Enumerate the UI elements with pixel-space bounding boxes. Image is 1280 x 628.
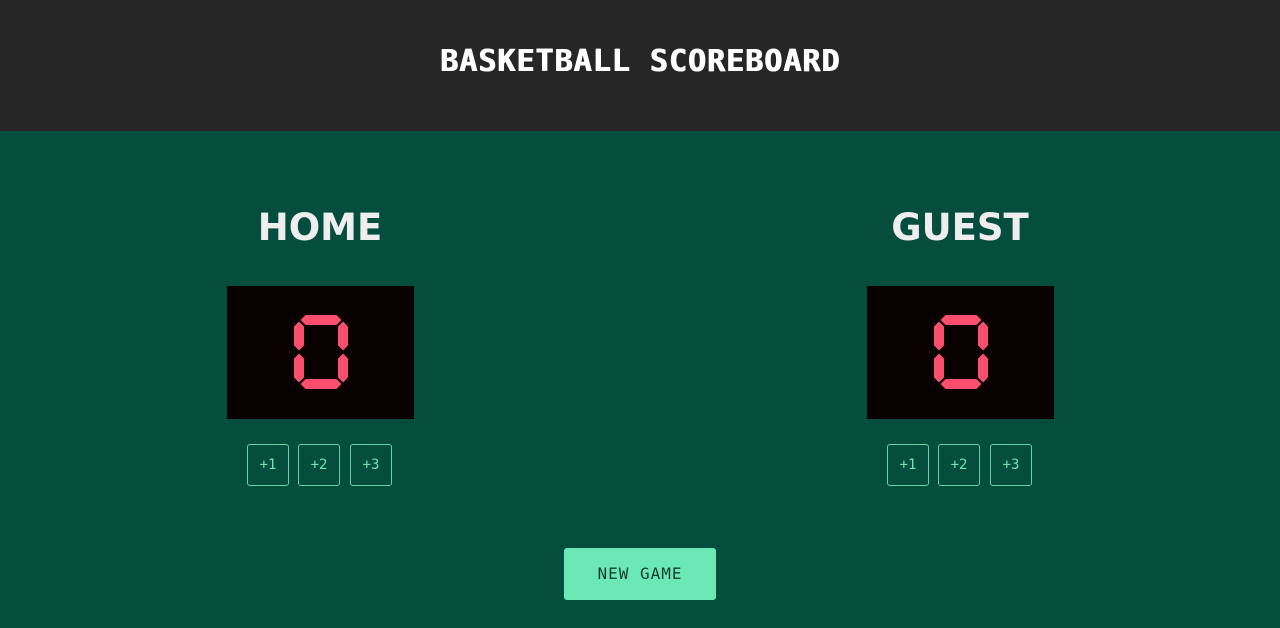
score-segment-f xyxy=(934,321,944,351)
score-segment-c xyxy=(338,353,348,383)
home-team-name: HOME xyxy=(257,206,383,249)
score-segment-d xyxy=(940,379,982,389)
score-segment-b xyxy=(978,321,988,351)
new-game-button[interactable]: NEW GAME xyxy=(564,548,716,600)
home-point-buttons: +1 +2 +3 xyxy=(247,444,393,486)
guest-point-buttons: +1 +2 +3 xyxy=(887,444,1033,486)
home-score-digit xyxy=(294,315,348,389)
home-plus-2-button[interactable]: +2 xyxy=(298,444,340,486)
home-team-panel: HOME +1 +2 +3 xyxy=(190,200,450,486)
guest-plus-1-button[interactable]: +1 xyxy=(887,444,929,486)
guest-team-name: GUEST xyxy=(891,206,1029,249)
home-score-display xyxy=(227,286,414,419)
home-plus-3-button[interactable]: +3 xyxy=(350,444,392,486)
header-bar: BASKETBALL SCOREBOARD xyxy=(0,0,1280,131)
score-segment-c xyxy=(978,353,988,383)
guest-score-digit xyxy=(934,315,988,389)
guest-team-panel: GUEST +1 +2 +3 xyxy=(830,200,1090,486)
home-plus-1-button[interactable]: +1 xyxy=(247,444,289,486)
score-segment-b xyxy=(338,321,348,351)
score-segment-a xyxy=(300,315,342,325)
score-segment-e xyxy=(934,353,944,383)
score-segment-a xyxy=(940,315,982,325)
guest-score-display xyxy=(867,286,1054,419)
score-segment-e xyxy=(294,353,304,383)
score-segment-d xyxy=(300,379,342,389)
guest-plus-3-button[interactable]: +3 xyxy=(990,444,1032,486)
score-segment-f xyxy=(294,321,304,351)
page-title: BASKETBALL SCOREBOARD xyxy=(439,44,841,79)
guest-plus-2-button[interactable]: +2 xyxy=(938,444,980,486)
